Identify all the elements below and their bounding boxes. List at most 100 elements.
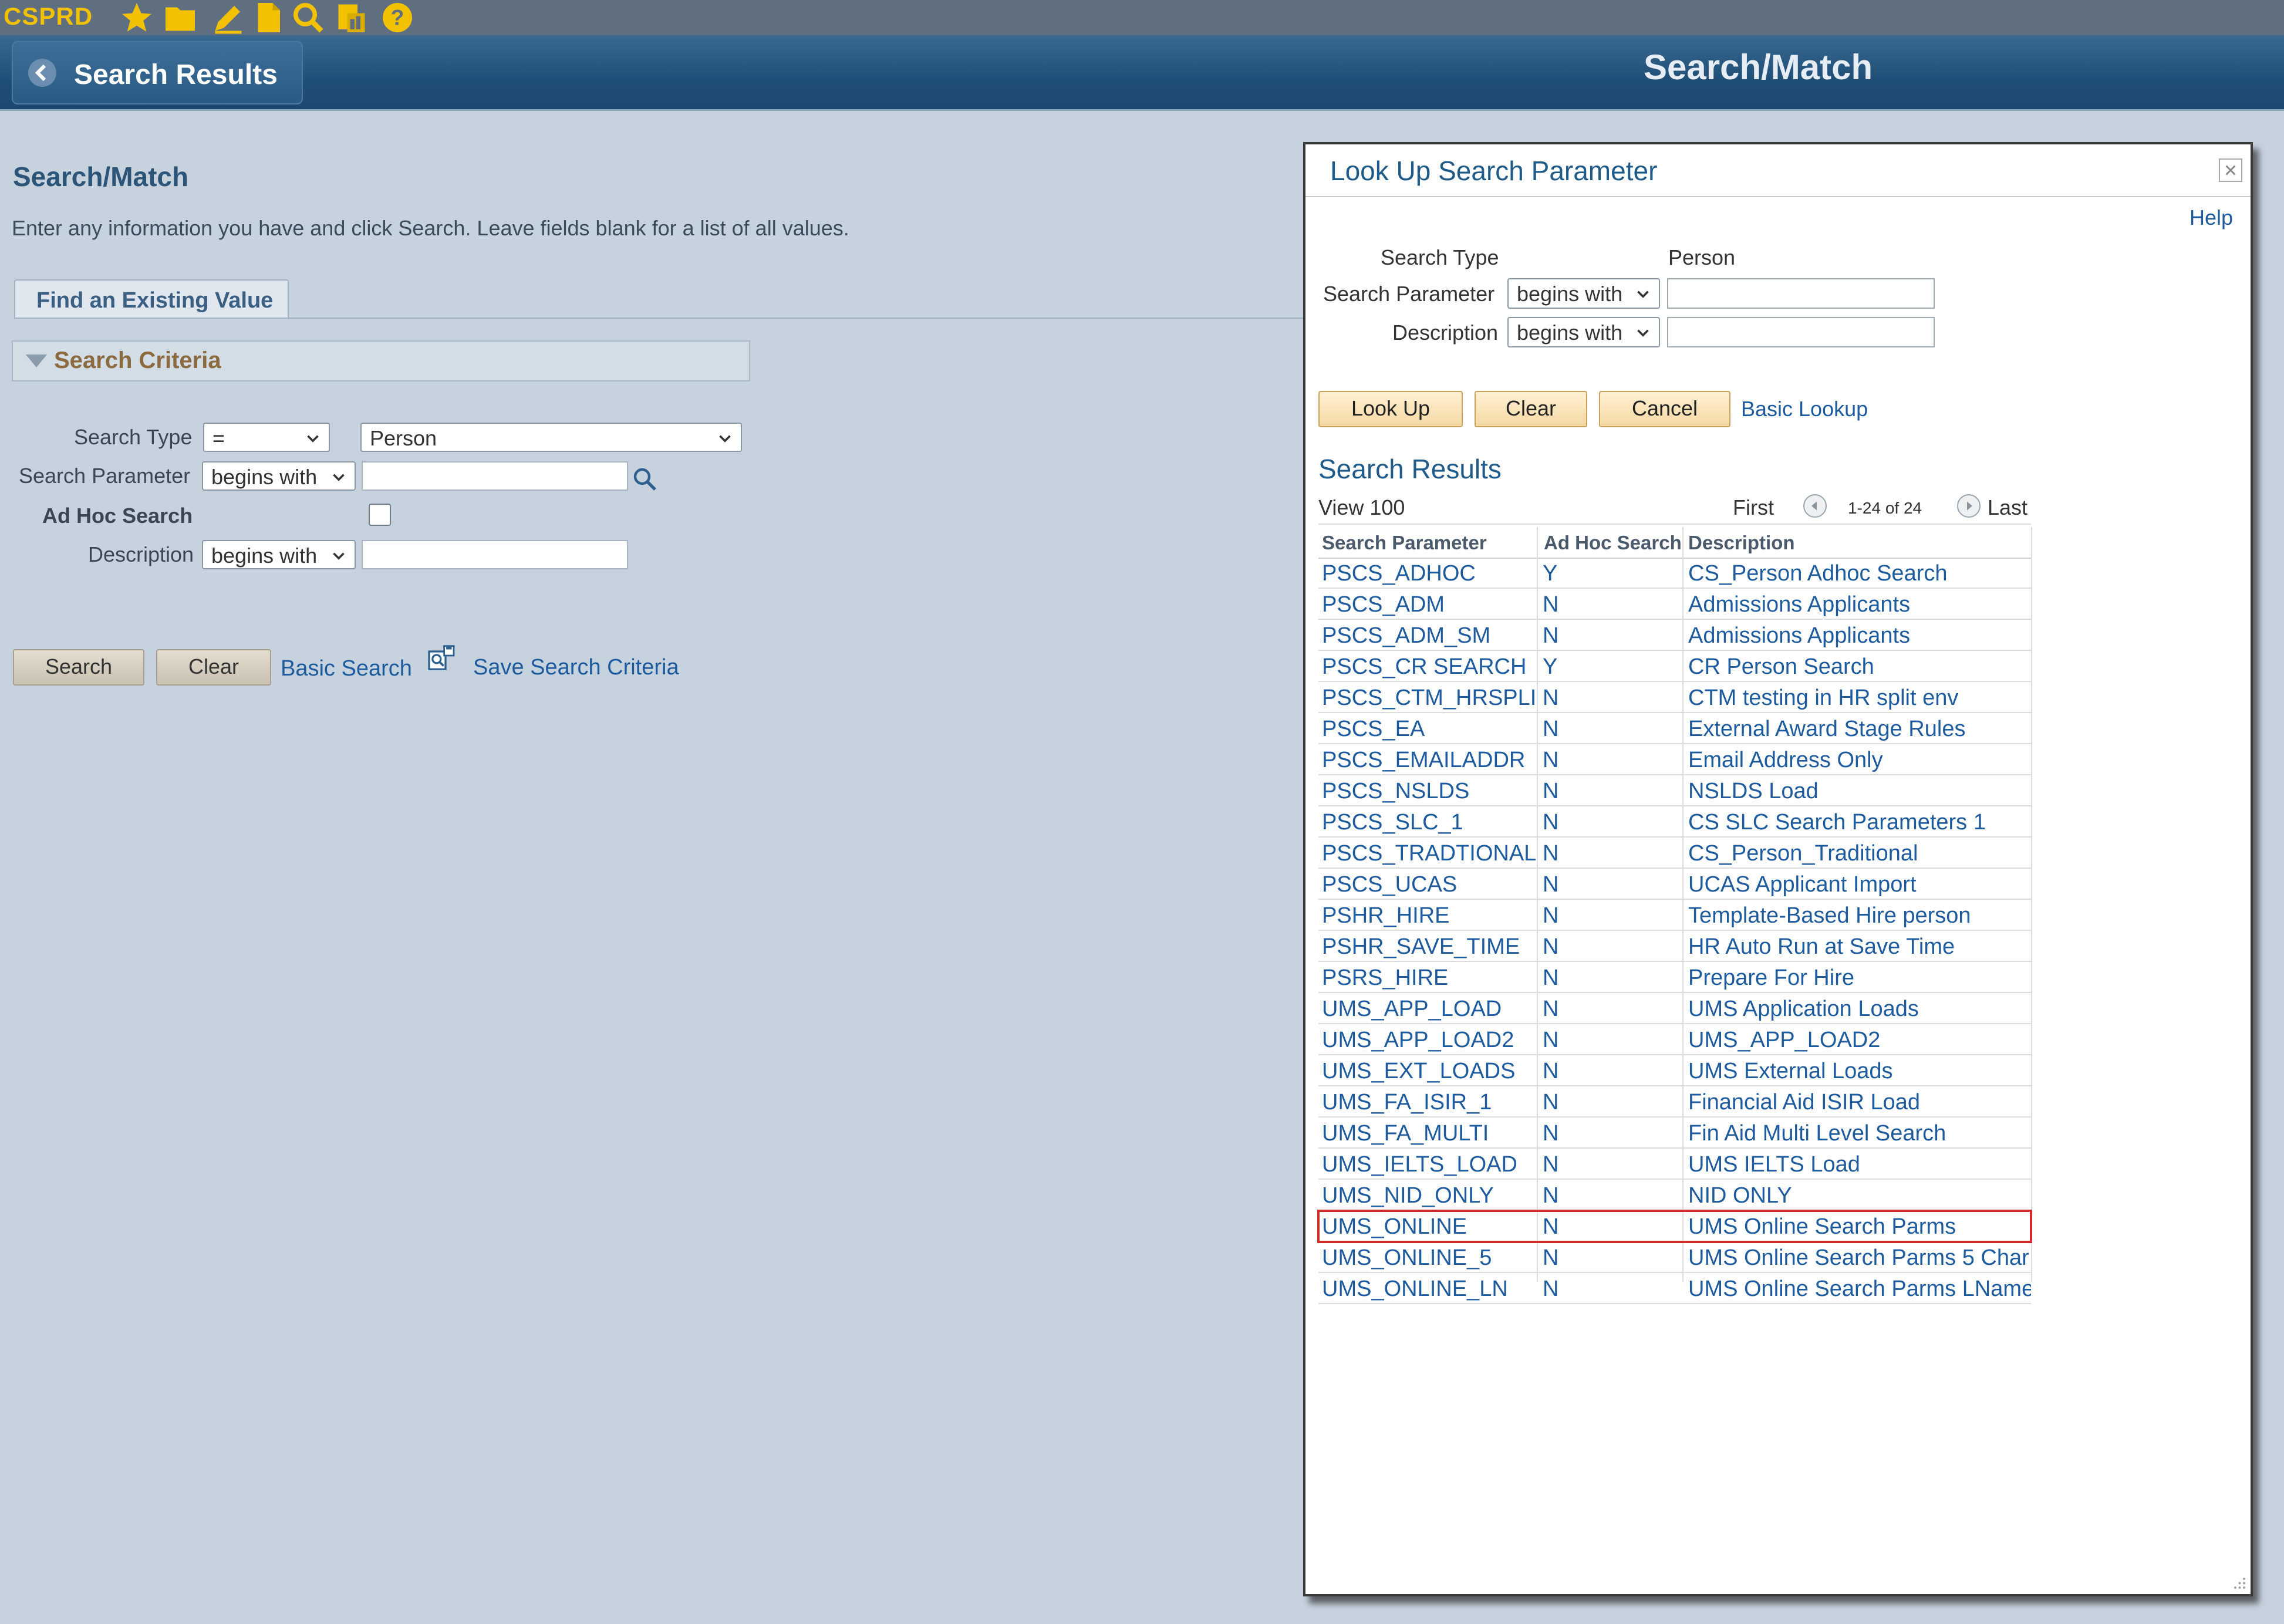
param-cell[interactable]: UMS_APP_LOAD2 [1322, 1028, 1537, 1053]
table-row[interactable]: PSCS_ADHOC Y CS_Person Adhoc Search [1318, 558, 2031, 589]
search-parameter-input[interactable] [362, 461, 628, 491]
last-link[interactable]: Last [1988, 495, 2027, 520]
table-row[interactable]: UMS_FA_ISIR_1 N Financial Aid ISIR Load [1318, 1086, 2031, 1117]
description-cell[interactable]: Admissions Applicants [1688, 623, 2031, 649]
description-cell[interactable]: UMS Online Search Parms LName [1688, 1277, 2031, 1302]
param-cell[interactable]: UMS_ONLINE_LN [1322, 1277, 1537, 1302]
column-header-description[interactable]: Description [1688, 532, 1795, 554]
description-cell[interactable]: CS SLC Search Parameters 1 [1688, 810, 2031, 835]
table-row[interactable]: PSCS_TRADTIONAL N CS_Person_Traditional [1318, 838, 2031, 869]
param-cell[interactable]: UMS_IELTS_LOAD [1322, 1152, 1537, 1177]
adhoc-cell[interactable]: N [1543, 1245, 1684, 1271]
clear-button[interactable]: Clear [156, 649, 271, 686]
adhoc-cell[interactable]: N [1543, 748, 1684, 773]
description-cell[interactable]: UMS Online Search Parms [1688, 1214, 2031, 1240]
adhoc-cell[interactable]: N [1543, 965, 1684, 991]
description-cell[interactable]: External Award Stage Rules [1688, 717, 2031, 742]
param-cell[interactable]: PSCS_ADM_SM [1322, 623, 1537, 649]
modal-description-operator-select[interactable]: begins with [1507, 317, 1660, 347]
document-icon[interactable] [250, 0, 286, 35]
description-cell[interactable]: UMS IELTS Load [1688, 1152, 2031, 1177]
resize-grip-icon[interactable] [2229, 1573, 2247, 1591]
description-cell[interactable]: HR Auto Run at Save Time [1688, 934, 2031, 960]
back-to-search-results-button[interactable]: Search Results [12, 41, 303, 104]
param-cell[interactable]: PSCS_ADHOC [1322, 561, 1537, 586]
first-link[interactable]: First [1733, 495, 1774, 520]
tab-find-existing-value[interactable]: Find an Existing Value [14, 279, 289, 319]
description-cell[interactable]: UMS Application Loads [1688, 997, 2031, 1022]
adhoc-search-checkbox[interactable] [369, 504, 391, 526]
search-type-value-select[interactable]: Person [360, 423, 742, 452]
param-cell[interactable]: UMS_ONLINE_5 [1322, 1245, 1537, 1271]
search-button[interactable]: Search [13, 649, 144, 686]
param-cell[interactable]: UMS_NID_ONLY [1322, 1183, 1537, 1208]
adhoc-cell[interactable]: N [1543, 623, 1684, 649]
param-cell[interactable]: UMS_ONLINE [1322, 1214, 1537, 1240]
table-row[interactable]: PSCS_EMAILADDR N Email Address Only [1318, 744, 2031, 775]
param-cell[interactable]: PSCS_NSLDS [1322, 779, 1537, 804]
adhoc-cell[interactable]: N [1543, 872, 1684, 897]
magnifier-icon[interactable] [290, 0, 326, 35]
param-cell[interactable]: PSCS_UCAS [1322, 872, 1537, 897]
save-search-criteria-link[interactable]: Save Search Criteria [473, 655, 679, 680]
save-search-icon[interactable] [425, 643, 458, 676]
param-cell[interactable]: PSRS_HIRE [1322, 965, 1537, 991]
description-cell[interactable]: Financial Aid ISIR Load [1688, 1090, 2031, 1115]
table-row[interactable]: UMS_IELTS_LOAD N UMS IELTS Load [1318, 1149, 2031, 1180]
star-icon[interactable] [119, 0, 155, 35]
adhoc-cell[interactable]: N [1543, 841, 1684, 866]
adhoc-cell[interactable]: N [1543, 1183, 1684, 1208]
adhoc-cell[interactable]: N [1543, 1214, 1684, 1240]
table-row[interactable]: PSRS_HIRE N Prepare For Hire [1318, 962, 2031, 993]
description-operator-select[interactable]: begins with [202, 540, 356, 569]
view-100-link[interactable]: View 100 [1318, 495, 1405, 520]
table-row[interactable]: UMS_FA_MULTI N Fin Aid Multi Level Search [1318, 1117, 2031, 1149]
description-cell[interactable]: CS_Person_Traditional [1688, 841, 2031, 866]
table-row[interactable]: PSHR_HIRE N Template-Based Hire person [1318, 900, 2031, 931]
param-cell[interactable]: PSCS_EMAILADDR [1322, 748, 1537, 773]
folder-icon[interactable] [162, 0, 198, 35]
adhoc-cell[interactable]: N [1543, 903, 1684, 929]
adhoc-cell[interactable]: Y [1543, 561, 1684, 586]
lookup-search-icon[interactable] [630, 465, 659, 493]
table-row[interactable]: PSCS_CTM_HRSPLI N CTM testing in HR split … [1318, 682, 2031, 713]
column-header-ad-hoc-search[interactable]: Ad Hoc Search [1544, 532, 1682, 554]
adhoc-cell[interactable]: N [1543, 1090, 1684, 1115]
basic-lookup-link[interactable]: Basic Lookup [1741, 397, 1868, 421]
param-cell[interactable]: PSHR_SAVE_TIME [1322, 934, 1537, 960]
pencil-icon[interactable] [210, 0, 247, 35]
search-criteria-section-header[interactable]: Search Criteria [12, 340, 750, 381]
cancel-button[interactable]: Cancel [1599, 391, 1730, 427]
description-cell[interactable]: UMS External Loads [1688, 1059, 2031, 1084]
table-row[interactable]: PSCS_ADM N Admissions Applicants [1318, 589, 2031, 620]
adhoc-cell[interactable]: N [1543, 810, 1684, 835]
param-cell[interactable]: PSCS_CR SEARCH [1322, 654, 1537, 680]
column-header-search-parameter[interactable]: Search Parameter [1322, 532, 1487, 554]
param-cell[interactable]: PSCS_SLC_1 [1322, 810, 1537, 835]
table-row[interactable]: PSCS_NSLDS N NSLDS Load [1318, 775, 2031, 806]
description-cell[interactable]: NID ONLY [1688, 1183, 2031, 1208]
modal-search-parameter-input[interactable] [1667, 278, 1935, 309]
adhoc-cell[interactable]: N [1543, 1121, 1684, 1146]
search-type-operator-select[interactable]: = [203, 423, 330, 452]
table-row[interactable]: UMS_APP_LOAD N UMS Application Loads [1318, 993, 2031, 1024]
adhoc-cell[interactable]: N [1543, 686, 1684, 711]
adhoc-cell[interactable]: N [1543, 592, 1684, 617]
table-row[interactable]: PSHR_SAVE_TIME N HR Auto Run at Save Time [1318, 931, 2031, 962]
table-row[interactable]: UMS_APP_LOAD2 N UMS_APP_LOAD2 [1318, 1024, 2031, 1055]
modal-search-parameter-operator-select[interactable]: begins with [1507, 278, 1660, 309]
param-cell[interactable]: PSCS_CTM_HRSPLI [1322, 686, 1537, 711]
modal-clear-button[interactable]: Clear [1475, 391, 1587, 427]
help-icon[interactable]: ? [379, 0, 416, 35]
description-cell[interactable]: CS_Person Adhoc Search [1688, 561, 2031, 586]
table-row[interactable]: PSCS_UCAS N UCAS Applicant Import [1318, 869, 2031, 900]
next-page-icon[interactable] [1957, 494, 1981, 518]
adhoc-cell[interactable]: N [1543, 934, 1684, 960]
description-input[interactable] [362, 540, 628, 569]
param-cell[interactable]: PSCS_ADM [1322, 592, 1537, 617]
description-cell[interactable]: CTM testing in HR split env [1688, 686, 2031, 711]
table-row[interactable]: UMS_EXT_LOADS N UMS External Loads [1318, 1055, 2031, 1086]
table-row[interactable]: UMS_ONLINE_LN N UMS Online Search Parms LN… [1318, 1273, 2031, 1304]
description-cell[interactable]: NSLDS Load [1688, 779, 2031, 804]
description-cell[interactable]: Prepare For Hire [1688, 965, 2031, 991]
